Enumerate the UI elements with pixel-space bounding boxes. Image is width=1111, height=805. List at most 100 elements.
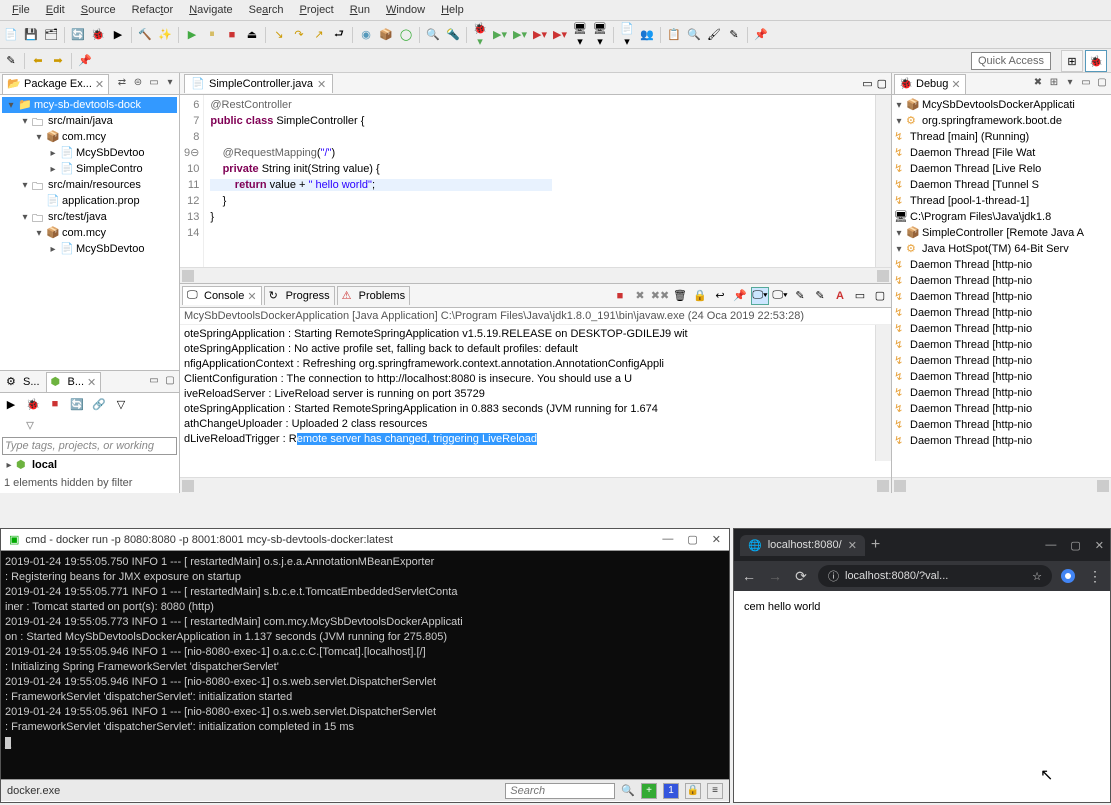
close-icon[interactable]: ✕: [712, 533, 721, 546]
src-main-java[interactable]: ▾🗀src/main/java: [2, 113, 177, 129]
debug-perspective-icon[interactable]: 🐞: [1085, 50, 1107, 72]
step-return-icon[interactable]: ↗: [310, 26, 328, 44]
search-icon[interactable]: 🔍: [621, 784, 635, 797]
maximize-icon[interactable]: ▢: [1070, 539, 1080, 552]
new-tab-btn[interactable]: +: [641, 783, 657, 799]
class-node-2[interactable]: ▸📄SimpleContro: [2, 161, 177, 177]
new-tab-icon[interactable]: +: [871, 536, 880, 554]
tab-problems[interactable]: ⚠Problems: [337, 286, 410, 305]
close-icon[interactable]: ✕: [87, 376, 96, 389]
src-main-resources[interactable]: ▾🗀src/main/resources: [2, 177, 177, 193]
remove-launch-icon[interactable]: ✖: [631, 287, 649, 305]
tab-console[interactable]: 🖵Console✕: [182, 286, 262, 305]
console-scrollbar-h[interactable]: [180, 477, 891, 493]
boot-run-icon[interactable]: ▶▾: [551, 26, 569, 44]
maximize-icon[interactable]: ▢: [877, 77, 887, 90]
show-on-output-icon[interactable]: ✎: [791, 287, 809, 305]
terminate-icon[interactable]: ■: [223, 26, 241, 44]
open-type-icon[interactable]: 🔍: [424, 26, 442, 44]
forward-icon[interactable]: ➡: [49, 52, 67, 70]
maximize-icon[interactable]: ▢: [1095, 77, 1109, 91]
servers-tab[interactable]: ⚙S...: [2, 372, 44, 392]
suspend-icon[interactable]: ⏸: [203, 26, 221, 44]
menu-search[interactable]: Search: [241, 2, 292, 18]
focus-icon[interactable]: ⊜: [131, 77, 145, 91]
close-icon[interactable]: ✕: [951, 78, 960, 91]
boot-dash-tab[interactable]: ⬢B...✕: [46, 372, 102, 392]
minimize-icon[interactable]: ▭: [1079, 77, 1093, 91]
package-explorer-tab[interactable]: 📂 Package Ex... ✕: [2, 74, 109, 94]
new-server-icon[interactable]: 🖥▾: [591, 26, 609, 44]
drop-frame-icon[interactable]: ⮐: [330, 26, 348, 44]
terminal-output[interactable]: 2019-01-24 19:55:05.750 INFO 1 --- [ res…: [1, 551, 729, 779]
close-icon[interactable]: ✕: [317, 78, 326, 91]
scroll-lock-icon[interactable]: 🔒: [691, 287, 709, 305]
code-content[interactable]: @RestController public class SimpleContr…: [204, 95, 875, 267]
paint-icon[interactable]: 🖌: [705, 26, 723, 44]
close-icon[interactable]: ✕: [1095, 539, 1104, 552]
menu-source[interactable]: Source: [73, 2, 124, 18]
package-explorer-tree[interactable]: ▾📁mcy-sb-devtools-dock ▾🗀src/main/java ▾…: [0, 95, 179, 370]
package-node[interactable]: ▾📦com.mcy: [2, 129, 177, 145]
chrome-menu-icon[interactable]: ⋮: [1086, 568, 1104, 585]
new-icon[interactable]: 📄: [2, 26, 20, 44]
search-icon[interactable]: 🔦: [444, 26, 462, 44]
menu-edit[interactable]: Edit: [38, 2, 73, 18]
maximize-icon[interactable]: ▢: [871, 287, 889, 305]
debug-layout-icon[interactable]: ⊞: [1047, 77, 1061, 91]
resume-icon[interactable]: ▶: [183, 26, 201, 44]
package-node-test[interactable]: ▾📦com.mcy: [2, 225, 177, 241]
quick-access[interactable]: Quick Access: [971, 52, 1051, 70]
new-file-icon[interactable]: 📄▾: [618, 26, 636, 44]
pin-editor-icon[interactable]: 📌: [76, 52, 94, 70]
open-perspective-icon[interactable]: ⊞: [1061, 50, 1083, 72]
tab1-btn[interactable]: 1: [663, 783, 679, 799]
boot-tag-input[interactable]: Type tags, projects, or working: [2, 437, 177, 455]
console-scrollbar-v[interactable]: [875, 325, 891, 461]
project-root[interactable]: ▾📁mcy-sb-devtools-dock: [2, 97, 177, 113]
debug-remove-icon[interactable]: ✖: [1031, 77, 1045, 91]
wand-icon[interactable]: ✨: [156, 26, 174, 44]
word-wrap-icon[interactable]: ↩: [711, 287, 729, 305]
back-icon[interactable]: ⬅: [29, 52, 47, 70]
step-over-icon[interactable]: ↷: [290, 26, 308, 44]
editor-scrollbar-h[interactable]: [180, 267, 891, 283]
debug-tab[interactable]: 🐞Debug✕: [894, 74, 966, 94]
menu-project[interactable]: Project: [292, 2, 342, 18]
open-console-icon[interactable]: 🖵▾: [771, 287, 789, 305]
terminate-console-icon[interactable]: ■: [611, 287, 629, 305]
minimize-icon[interactable]: —: [662, 533, 673, 546]
boot-local-node[interactable]: ▸⬢local: [0, 457, 179, 473]
editor-scrollbar-v[interactable]: [875, 95, 891, 267]
run-drop-icon[interactable]: ▶▾: [491, 26, 509, 44]
pin-icon[interactable]: 📌: [752, 26, 770, 44]
debug-menu-icon[interactable]: ▾: [1063, 77, 1077, 91]
reload-icon[interactable]: ⟳: [792, 568, 810, 585]
ansi-icon[interactable]: A: [831, 287, 849, 305]
browser-tab[interactable]: 🌐 localhost:8080/ ✕: [740, 535, 865, 556]
save-icon[interactable]: 💾: [22, 26, 40, 44]
relaunch-icon[interactable]: 🔄: [69, 26, 87, 44]
minimize-icon[interactable]: ▭: [851, 287, 869, 305]
coverage-icon[interactable]: ▶▾: [511, 26, 529, 44]
menu-file[interactable]: File: [4, 2, 38, 18]
new-pkg-icon[interactable]: 📦: [377, 26, 395, 44]
disconnect-icon[interactable]: ⏏: [243, 26, 261, 44]
browser-url-bar[interactable]: ⓘ localhost:8080/?val... ☆: [818, 565, 1052, 587]
new-java-icon[interactable]: ◉: [357, 26, 375, 44]
class-node-1[interactable]: ▸📄McySbDevtoo: [2, 145, 177, 161]
boot-stop-btn[interactable]: ■: [46, 395, 64, 413]
search2-icon[interactable]: 🔍: [685, 26, 703, 44]
info-icon[interactable]: ⓘ: [828, 568, 839, 584]
server-icon[interactable]: 🖥▾: [571, 26, 589, 44]
editor-tab-simplecontroller[interactable]: 📄 SimpleController.java ✕: [184, 74, 333, 93]
debug-tree[interactable]: ▾📦McySbDevtoolsDockerApplicati ▾⚙org.spr…: [892, 95, 1111, 477]
minimize-icon[interactable]: —: [1045, 539, 1056, 552]
application-properties[interactable]: 📄application.prop: [2, 193, 177, 209]
boot-link-btn[interactable]: 🔗: [90, 395, 108, 413]
minimize-icon[interactable]: ▭: [147, 77, 161, 91]
forward-icon[interactable]: →: [766, 568, 784, 584]
save-all-icon[interactable]: 🗂: [42, 26, 60, 44]
prev-edit-icon[interactable]: ✎: [2, 52, 20, 70]
team-icon[interactable]: 👥: [638, 26, 656, 44]
